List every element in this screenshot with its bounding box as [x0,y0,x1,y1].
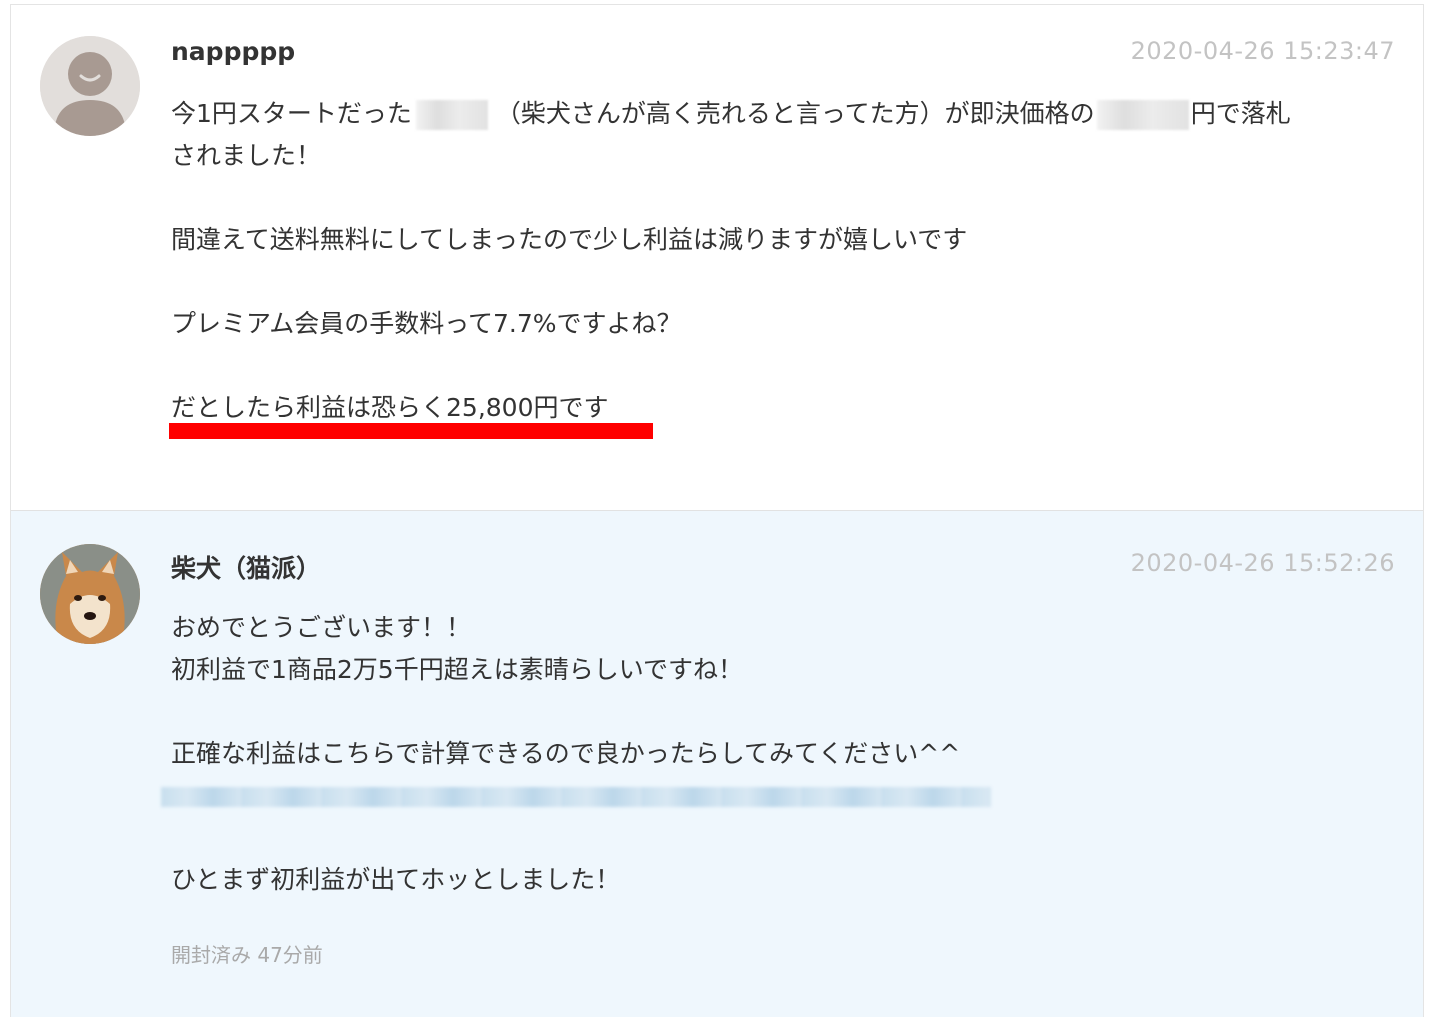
message-body: 今1円スタートだった （柴犬さんが高く売れると言ってた方）が即決価格の 円で落札 さ… [171,93,1401,429]
sender-name[interactable]: nappppp [171,37,295,66]
message-line: 今1円スタートだった （柴犬さんが高く売れると言ってた方）が即決価格の 円で落札 [171,99,1291,130]
default-user-avatar-icon[interactable] [40,36,140,136]
message-body: おめでとうございます！！ 初利益で1商品2万5千円超えは素晴らしいですね！ 正確… [161,607,1401,901]
read-status: 開封済み 47分前 [171,943,323,967]
red-highlight-underline [169,423,653,439]
shiba-dog-avatar-icon[interactable] [40,544,140,644]
message-item: nappppp 2020-04-26 15:23:47 今1円スタートだった （柴… [11,5,1423,511]
redacted-product-name [415,100,488,130]
message-line: 間違えて送料無料にしてしまったので少し利益は減りますが嬉しいです [171,225,968,254]
message-timestamp: 2020-04-26 15:52:26 [1130,549,1395,577]
sender-name[interactable]: 柴犬（猫派） [171,549,321,585]
message-line: 正確な利益はこちらで計算できるので良かったらしてみてください^^ [171,739,961,768]
message-item: 柴犬（猫派） 2020-04-26 15:52:26 おめでとうございます！！ … [11,511,1423,1017]
redacted-price [1096,100,1189,130]
message-line: おめでとうございます！！ [171,613,472,642]
message-line: プレミアム会員の手数料って7.7%ですよね？ [171,309,682,338]
message-line: されました！ [171,141,322,170]
redacted-link[interactable] [161,775,1401,817]
message-thread: nappppp 2020-04-26 15:23:47 今1円スタートだった （柴… [10,4,1424,1017]
message-timestamp: 2020-04-26 15:23:47 [1130,37,1395,65]
message-line: 初利益で1商品2万5千円超えは素晴らしいですね！ [171,655,743,684]
message-line: ひとまず初利益が出てホッとしました！ [171,865,621,894]
